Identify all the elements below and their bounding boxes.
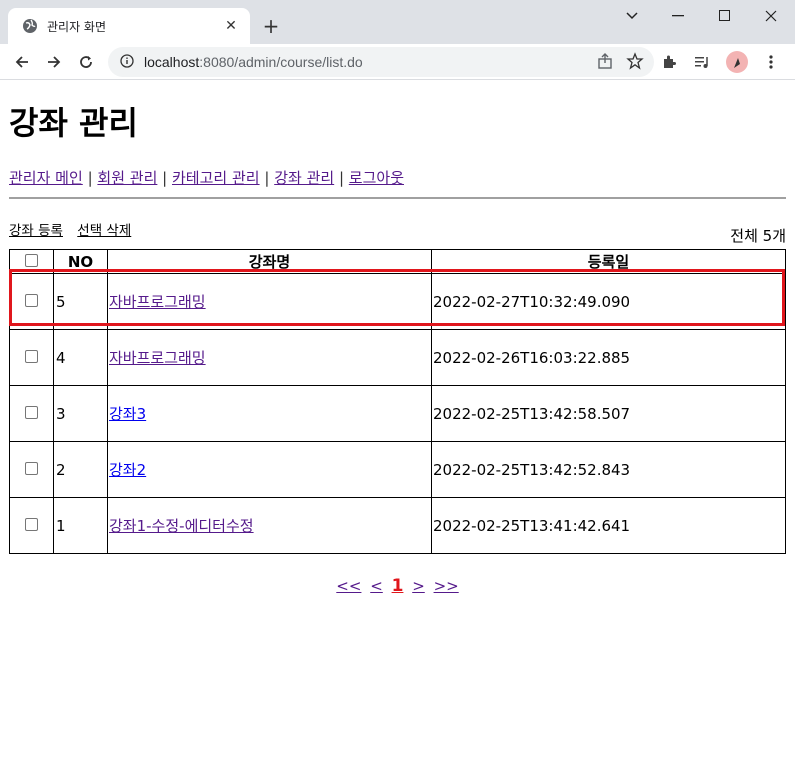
forward-icon[interactable] xyxy=(38,46,70,78)
profile-avatar[interactable] xyxy=(723,46,751,78)
total-count: 전체 5개 xyxy=(730,227,786,245)
row-no: 3 xyxy=(53,385,108,442)
menu-logout[interactable]: 로그아웃 xyxy=(349,169,404,187)
course-name-link[interactable]: 강좌3 xyxy=(109,405,146,423)
extensions-icon[interactable] xyxy=(655,46,683,78)
globe-icon xyxy=(22,18,38,34)
course-name-link[interactable]: 자바프로그래밍 xyxy=(109,349,206,367)
page-last-link[interactable]: >> xyxy=(434,577,459,595)
select-all-checkbox[interactable] xyxy=(25,253,38,267)
tab-strip: 관리자 화면 ✕ + xyxy=(0,0,795,44)
course-name-link[interactable]: 자바프로그래밍 xyxy=(109,293,206,311)
back-icon[interactable] xyxy=(6,46,38,78)
course-name-link[interactable]: 강좌1-수정-에디터수정 xyxy=(109,517,254,535)
row-no: 4 xyxy=(53,329,108,386)
close-tab-icon[interactable]: ✕ xyxy=(222,17,240,35)
bookmark-star-icon[interactable] xyxy=(626,52,644,74)
table-row: 3 강좌3 2022-02-25T13:42:58.507 xyxy=(9,385,786,442)
row-reg-date: 2022-02-25T13:42:58.507 xyxy=(431,385,786,442)
table-header-row: NO 강좌명 등록일 xyxy=(9,249,786,274)
site-info-icon[interactable] xyxy=(120,53,134,72)
menu-category-management[interactable]: 카테고리 관리 xyxy=(172,169,260,187)
divider xyxy=(9,197,786,199)
maximize-icon[interactable] xyxy=(702,0,748,32)
row-reg-date: 2022-02-26T16:03:22.885 xyxy=(431,329,786,386)
menu-admin-main[interactable]: 관리자 메인 xyxy=(9,169,83,187)
delete-selected-link[interactable]: 선택 삭제 xyxy=(77,223,131,239)
reload-icon[interactable] xyxy=(70,46,102,78)
tab-title: 관리자 화면 xyxy=(47,19,107,34)
row-checkbox[interactable] xyxy=(25,349,38,363)
page-content: 강좌 관리 관리자 메인 | 회원 관리 | 카테고리 관리 | 강좌 관리 |… xyxy=(0,81,795,783)
list-actions: 강좌 등록 선택 삭제 전체 5개 xyxy=(9,219,786,249)
page-title: 강좌 관리 xyxy=(9,104,138,142)
table-row: 4 자바프로그래밍 2022-02-26T16:03:22.885 xyxy=(9,329,786,386)
page-prev-link[interactable]: < xyxy=(370,577,383,595)
browser-tab[interactable]: 관리자 화면 ✕ xyxy=(8,8,250,44)
kebab-menu-icon[interactable] xyxy=(757,46,785,78)
row-reg-date: 2022-02-25T13:41:42.641 xyxy=(431,497,786,554)
page-next-link[interactable]: > xyxy=(412,577,425,595)
page-first-link[interactable]: << xyxy=(336,577,361,595)
row-checkbox[interactable] xyxy=(25,405,38,419)
header-course-name: 강좌명 xyxy=(107,249,432,274)
table-row: 5 자바프로그래밍 2022-02-27T10:32:49.090 xyxy=(9,273,786,330)
row-no: 5 xyxy=(53,273,108,330)
row-reg-date: 2022-02-25T13:42:52.843 xyxy=(431,441,786,498)
admin-menu: 관리자 메인 | 회원 관리 | 카테고리 관리 | 강좌 관리 | 로그아웃 xyxy=(9,169,404,187)
page-current-link[interactable]: 1 xyxy=(392,576,404,596)
register-course-link[interactable]: 강좌 등록 xyxy=(9,223,63,239)
pagination: << < 1 > >> xyxy=(9,576,786,596)
table-row: 2 강좌2 2022-02-25T13:42:52.843 xyxy=(9,441,786,498)
share-icon[interactable] xyxy=(596,52,614,74)
row-checkbox[interactable] xyxy=(25,293,38,307)
minimize-icon[interactable] xyxy=(655,0,701,32)
table-row: 1 강좌1-수정-에디터수정 2022-02-25T13:41:42.641 xyxy=(9,497,786,554)
header-reg-date: 등록일 xyxy=(431,249,786,274)
address-bar[interactable]: localhost:8080/admin/course/list.do xyxy=(108,47,654,77)
new-tab-button[interactable]: + xyxy=(258,13,284,39)
url-text: localhost:8080/admin/course/list.do xyxy=(144,54,363,70)
browser-toolbar: localhost:8080/admin/course/list.do xyxy=(0,44,795,80)
course-table: NO 강좌명 등록일 5 자바프로그래밍 2022-02-27T10:32:49… xyxy=(9,249,786,554)
media-control-icon[interactable] xyxy=(689,46,717,78)
row-no: 1 xyxy=(53,497,108,554)
row-checkbox[interactable] xyxy=(25,461,38,475)
close-window-icon[interactable] xyxy=(748,0,794,32)
tab-search-icon[interactable] xyxy=(609,0,655,32)
row-checkbox[interactable] xyxy=(25,517,38,531)
menu-course-management[interactable]: 강좌 관리 xyxy=(274,169,334,187)
course-name-link[interactable]: 강좌2 xyxy=(109,461,146,479)
menu-member-management[interactable]: 회원 관리 xyxy=(97,169,157,187)
header-no: NO xyxy=(53,249,108,274)
select-all-cell xyxy=(9,249,54,274)
row-no: 2 xyxy=(53,441,108,498)
row-reg-date: 2022-02-27T10:32:49.090 xyxy=(431,273,786,330)
